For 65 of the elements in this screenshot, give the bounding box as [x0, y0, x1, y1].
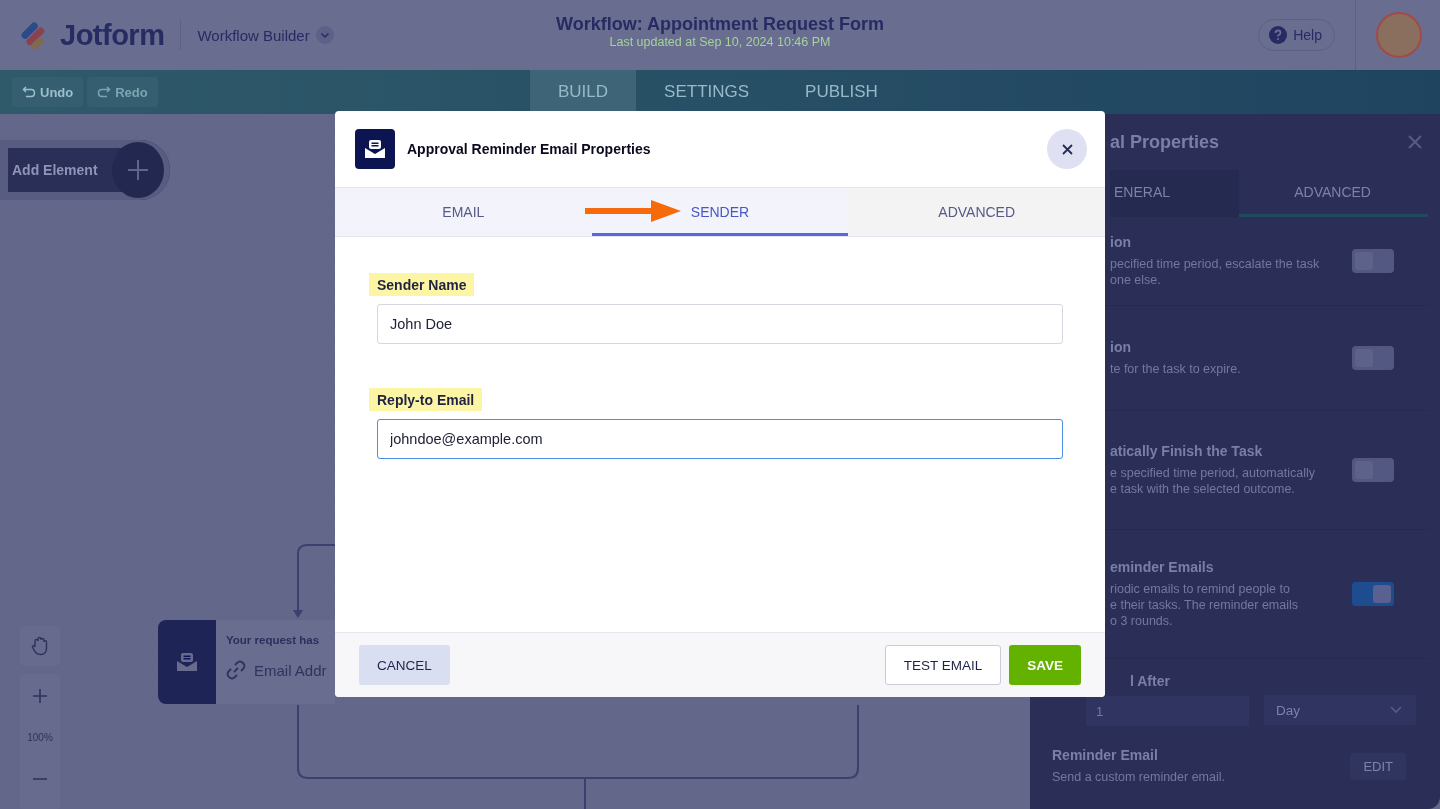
help-icon — [1269, 26, 1288, 44]
test-email-button[interactable]: TEST EMAIL — [884, 645, 1002, 685]
logo-text: Jotform — [60, 18, 165, 52]
unit-dropdown[interactable]: Day — [1264, 695, 1416, 725]
flow-node[interactable]: Your request has Email Addr — [158, 620, 335, 704]
input-field[interactable]: John Doe — [377, 304, 1063, 344]
close-icon — [1061, 143, 1073, 155]
close-button[interactable] — [1047, 129, 1087, 169]
toggle-switch[interactable] — [1352, 458, 1394, 482]
edit-button[interactable]: EDIT — [1350, 752, 1406, 780]
panel-tab[interactable]: ENERAL — [1110, 170, 1240, 217]
chevron-down-icon — [1390, 706, 1402, 714]
nav-tab[interactable]: BUILD — [530, 70, 637, 114]
chevron-down-icon[interactable] — [315, 26, 334, 44]
setting-description: e specified time period, automatically — [1110, 465, 1316, 481]
nav-tab[interactable]: SETTINGS — [636, 70, 778, 114]
undo-button[interactable]: Undo — [12, 77, 84, 107]
product-name[interactable]: Workflow Builder — [197, 26, 310, 44]
field-label: Sender Name — [369, 273, 475, 296]
plus-icon — [33, 689, 47, 703]
toggle-switch[interactable] — [1352, 346, 1394, 370]
minus-icon — [33, 778, 47, 780]
dialog-tab[interactable]: EMAIL — [335, 188, 592, 236]
panel-title: al Properties — [1110, 131, 1220, 153]
setting-description: e their tasks. The reminder emails — [1110, 597, 1300, 613]
last-updated-text: Last updated at Sep 10, 2024 10:46 PM — [609, 35, 831, 49]
dialog-tab[interactable]: SENDER — [591, 188, 849, 236]
setting-description: te for the task to expire. — [1110, 361, 1242, 377]
setting-description: one else. — [1110, 272, 1162, 288]
undo-icon — [22, 85, 36, 99]
save-button[interactable]: SAVE — [1009, 645, 1081, 685]
hand-tool-button[interactable] — [20, 626, 60, 666]
link-icon — [226, 660, 246, 680]
close-icon[interactable] — [1408, 135, 1422, 149]
envelope-icon — [363, 138, 387, 160]
cancel-button[interactable]: CANCEL — [359, 645, 450, 685]
hand-icon — [30, 636, 50, 656]
input-field[interactable]: johndoe@example.com — [377, 419, 1063, 459]
setting-title: Reminder Email — [1052, 747, 1159, 763]
setting-title: ion — [1110, 234, 1132, 250]
setting-title: atically Finish the Task — [1110, 443, 1264, 459]
toggle-switch[interactable] — [1352, 582, 1394, 606]
setting-description: pecified time period, escalate the task — [1110, 256, 1321, 272]
node-field-text: Email Addr — [254, 661, 327, 679]
field-label: l After — [1130, 673, 1171, 689]
redo-icon — [97, 85, 112, 99]
field-label: Reply-to Email — [369, 388, 483, 411]
panel-tab[interactable]: ADVANCED — [1239, 170, 1428, 217]
add-element-button[interactable]: Add Element — [0, 140, 170, 200]
setting-description: e task with the selected outcome. — [1110, 481, 1296, 497]
dialog-tab[interactable]: ADVANCED — [848, 188, 1105, 236]
dialog-title: Approval Reminder Email Properties — [407, 141, 651, 157]
nav-tab[interactable]: PUBLISH — [777, 70, 906, 114]
setting-description: Send a custom reminder email. — [1052, 769, 1226, 785]
avatar[interactable] — [1376, 12, 1422, 58]
number-field[interactable]: 1 — [1085, 695, 1250, 727]
envelope-icon — [175, 651, 199, 673]
setting-description: o 3 rounds. — [1110, 613, 1174, 629]
plus-icon — [126, 159, 149, 181]
workflow-title: Workflow: Appointment Request Form — [556, 14, 884, 35]
setting-title: eminder Emails — [1110, 559, 1215, 575]
node-title: Your request has — [226, 634, 321, 646]
setting-description: riodic emails to remind people to — [1110, 581, 1291, 597]
toggle-switch[interactable] — [1352, 249, 1394, 273]
setting-title: ion — [1110, 339, 1132, 355]
